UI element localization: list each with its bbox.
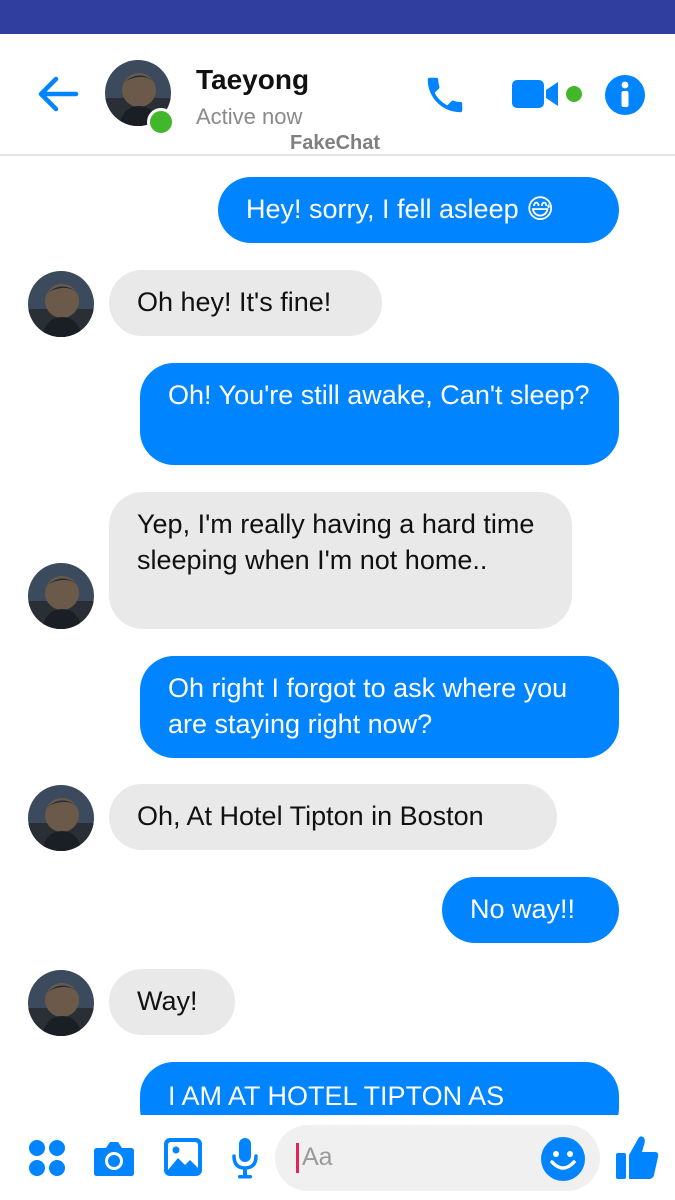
camera-icon[interactable] <box>93 1139 135 1177</box>
contact-avatar-small[interactable] <box>28 785 94 851</box>
message-bubble-incoming[interactable]: Oh hey! It's fine! <box>109 270 382 336</box>
video-online-dot <box>566 86 582 102</box>
contact-name[interactable]: Taeyong <box>196 64 309 96</box>
phone-icon[interactable] <box>422 72 468 118</box>
image-icon[interactable] <box>163 1137 203 1177</box>
microphone-icon[interactable] <box>231 1137 259 1179</box>
message-bubble-incoming[interactable]: Way! <box>109 969 235 1035</box>
message-bubble-outgoing[interactable]: Oh! You're still awake, Can't sleep? <box>140 363 619 465</box>
text-cursor <box>296 1143 299 1173</box>
status-bar <box>0 0 675 34</box>
emoji-icon[interactable] <box>540 1136 586 1182</box>
message-bubble-outgoing[interactable]: No way!! <box>442 877 619 943</box>
message-bubble-outgoing[interactable]: Hey! sorry, I fell asleep 😅 <box>218 177 619 243</box>
info-icon[interactable] <box>604 74 646 116</box>
contact-avatar-small[interactable] <box>28 271 94 337</box>
contact-avatar-small[interactable] <box>28 563 94 629</box>
contact-avatar-small[interactable] <box>28 970 94 1036</box>
back-arrow-icon[interactable] <box>36 74 80 114</box>
message-bubble-incoming[interactable]: Yep, I'm really having a hard time sleep… <box>109 492 572 629</box>
chat-header: Taeyong Active now FakeChat <box>0 34 675 156</box>
video-camera-icon[interactable] <box>510 76 562 112</box>
message-bubble-outgoing[interactable]: Oh right I forgot to ask where you are s… <box>140 656 619 758</box>
contact-status: Active now <box>196 104 303 129</box>
message-composer: Aa <box>0 1115 675 1200</box>
apps-icon[interactable] <box>28 1139 66 1177</box>
watermark: FakeChat <box>290 132 381 154</box>
online-status-dot <box>147 108 175 136</box>
input-placeholder: Aa <box>302 1143 333 1171</box>
message-bubble-incoming[interactable]: Oh, At Hotel Tipton in Boston <box>109 784 557 850</box>
like-icon[interactable] <box>614 1133 660 1181</box>
